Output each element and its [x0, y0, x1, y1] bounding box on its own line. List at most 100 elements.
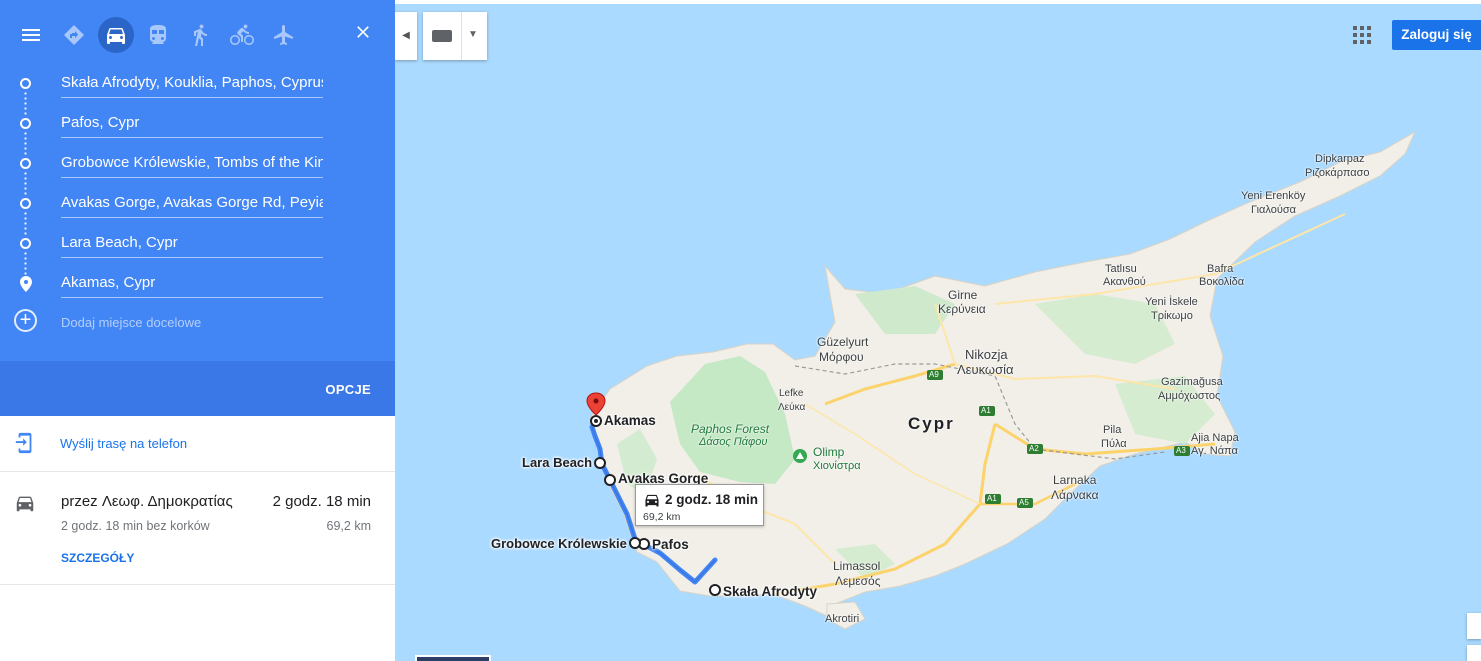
- input-tools-button[interactable]: ▼: [423, 12, 487, 60]
- poi-label: Olimp: [813, 445, 845, 459]
- stop-row: Skała Afrodyty, Kouklia, Paphos, Cyprus: [0, 63, 395, 103]
- forest-label: Δάσος Πάφου: [699, 436, 768, 448]
- road-badge: A3: [1176, 446, 1186, 455]
- stop-input[interactable]: Lara Beach, Cypr: [61, 233, 323, 258]
- town-label: Bafra: [1207, 263, 1234, 275]
- stop-row: Akamas, Cypr: [0, 263, 395, 303]
- chevron-down-icon: ▼: [468, 29, 478, 40]
- waypoint-marker: [709, 584, 721, 596]
- town-label: Lefke: [779, 388, 804, 399]
- map-terrain: [586, 130, 1417, 630]
- directions-panel: Skała Afrodyty, Kouklia, Paphos, Cyprus …: [0, 0, 395, 661]
- add-destination-row[interactable]: + Dodaj miejsce docelowe: [0, 305, 395, 337]
- details-link[interactable]: SZCZEGÓŁY: [61, 551, 134, 565]
- city-label: Larnaka: [1053, 473, 1097, 487]
- town-label: Gazimağusa: [1161, 376, 1223, 388]
- town-label: Yeni İskele: [1145, 296, 1198, 308]
- route-traffic-note: 2 godz. 18 min bez korków: [61, 519, 210, 533]
- send-to-phone-icon: [14, 432, 36, 454]
- car-icon: [14, 492, 36, 514]
- flight-icon[interactable]: [263, 14, 305, 56]
- route-info-callout[interactable]: 2 godz. 18 min 69,2 km: [635, 484, 764, 526]
- stop-input[interactable]: Grobowce Królewskie, Tombs of the Kings: [61, 153, 323, 178]
- waypoint-marker: [594, 457, 606, 469]
- city-label: Λάρνακα: [1051, 488, 1099, 502]
- layers-thumbnail[interactable]: [415, 655, 491, 661]
- town-label: Tatlısu: [1105, 263, 1137, 275]
- waypoint-label-skala[interactable]: Skała Afrodyty: [723, 584, 817, 599]
- stop-row: Lara Beach, Cypr: [0, 223, 395, 263]
- best-route-icon[interactable]: [53, 14, 95, 56]
- poi-label: Χιονίστρα: [813, 460, 861, 472]
- country-label: Cypr: [908, 414, 955, 433]
- town-label: Girne: [948, 288, 978, 302]
- stop-row: Avakas Gorge, Avakas Gorge Rd, Peyia, Cy…: [0, 183, 395, 223]
- road-badge: A1: [981, 406, 991, 415]
- travel-mode-bar: [10, 14, 305, 56]
- close-icon[interactable]: [353, 22, 373, 47]
- waypoint-label-akamas[interactable]: Akamas: [604, 413, 656, 428]
- route-distance: 69,2 km: [326, 519, 371, 533]
- zoom-in-button[interactable]: [1467, 645, 1481, 661]
- waypoint-label-lara[interactable]: Lara Beach: [522, 455, 592, 470]
- callout-duration: 2 godz. 18 min: [665, 492, 759, 507]
- town-label: Βοκολίδα: [1199, 276, 1245, 288]
- options-button[interactable]: OPCJE: [325, 382, 371, 397]
- city-label: Nikozja: [965, 347, 1008, 362]
- sign-in-button[interactable]: Zaloguj się: [1392, 20, 1481, 50]
- town-label: Dipkarpaz: [1315, 153, 1365, 165]
- road-badge: A5: [1019, 498, 1029, 507]
- stop-input[interactable]: Akamas, Cypr: [61, 273, 323, 298]
- town-label: Güzelyurt: [817, 335, 869, 349]
- town-label: Ριζοκάρπασο: [1305, 167, 1370, 179]
- town-label: Αγ. Νάπα: [1191, 445, 1238, 457]
- send-to-phone-link[interactable]: Wyślij trasę na telefon: [60, 436, 187, 451]
- bicycle-icon[interactable]: [221, 14, 263, 56]
- stop-input[interactable]: Pafos, Cypr: [61, 113, 323, 138]
- pegman-icon[interactable]: [1467, 613, 1481, 639]
- waypoint-marker: [629, 537, 641, 549]
- collapse-panel-button[interactable]: ◀: [395, 12, 417, 60]
- town-label: Γιαλούσα: [1251, 204, 1297, 216]
- car-icon: [643, 492, 661, 508]
- city-label: Λεμεσός: [835, 574, 881, 588]
- route-via: przez Λεωφ. Δημοκρατίας: [61, 493, 233, 510]
- road-badge: A1: [987, 494, 997, 503]
- town-label: Yeni Erenköy: [1241, 190, 1306, 202]
- stop-row: Pafos, Cypr: [0, 103, 395, 143]
- city-label: Limassol: [833, 559, 881, 573]
- waypoint-label-pafos[interactable]: Pafos: [652, 537, 689, 552]
- town-label: Ajia Napa: [1191, 432, 1239, 444]
- stop-row: Grobowce Królewskie, Tombs of the Kings: [0, 143, 395, 183]
- apps-grid-icon[interactable]: [1353, 26, 1371, 44]
- route-duration: 2 godz. 18 min: [272, 493, 371, 510]
- waypoint-dot-icon: [20, 78, 31, 89]
- walk-icon[interactable]: [179, 14, 221, 56]
- waypoint-dot-icon: [20, 238, 31, 249]
- map-canvas[interactable]: A9 A1 A2 A3 A1 A5 Cypr Paphos Forest Δάσ…: [395, 0, 1481, 661]
- menu-icon[interactable]: [10, 14, 52, 56]
- waypoint-dot-icon: [20, 118, 31, 129]
- stop-input[interactable]: Skała Afrodyty, Kouklia, Paphos, Cyprus: [61, 73, 323, 98]
- town-label: Μόρφου: [819, 350, 864, 364]
- road-badge: A9: [929, 370, 939, 379]
- town-label: Τρίκωμο: [1151, 310, 1193, 322]
- town-label: Pila: [1103, 424, 1122, 436]
- send-to-phone-row[interactable]: Wyślij trasę na telefon: [0, 416, 395, 472]
- transit-icon[interactable]: [137, 14, 179, 56]
- destination-pin-icon: [20, 276, 32, 292]
- keyboard-icon: [432, 30, 452, 42]
- stop-input[interactable]: Avakas Gorge, Avakas Gorge Rd, Peyia, Cy…: [61, 193, 323, 218]
- road-badge: A2: [1029, 444, 1039, 453]
- maps-app: Skała Afrodyty, Kouklia, Paphos, Cyprus …: [0, 0, 1481, 661]
- town-label: Ακανθού: [1103, 276, 1146, 288]
- car-icon[interactable]: [98, 17, 134, 53]
- directions-header: Skała Afrodyty, Kouklia, Paphos, Cyprus …: [0, 0, 395, 361]
- waypoint-marker: [604, 474, 616, 486]
- waypoint-label-grobowce[interactable]: Grobowce Królewskie: [491, 536, 627, 551]
- route-option-card[interactable]: przez Λεωφ. Δημοκρατίας 2 godz. 18 min 2…: [0, 472, 395, 585]
- add-circle-icon[interactable]: +: [14, 309, 37, 332]
- town-label: Akrotiri: [825, 613, 860, 625]
- waypoint-dot-icon: [20, 198, 31, 209]
- town-label: Πύλα: [1101, 438, 1127, 450]
